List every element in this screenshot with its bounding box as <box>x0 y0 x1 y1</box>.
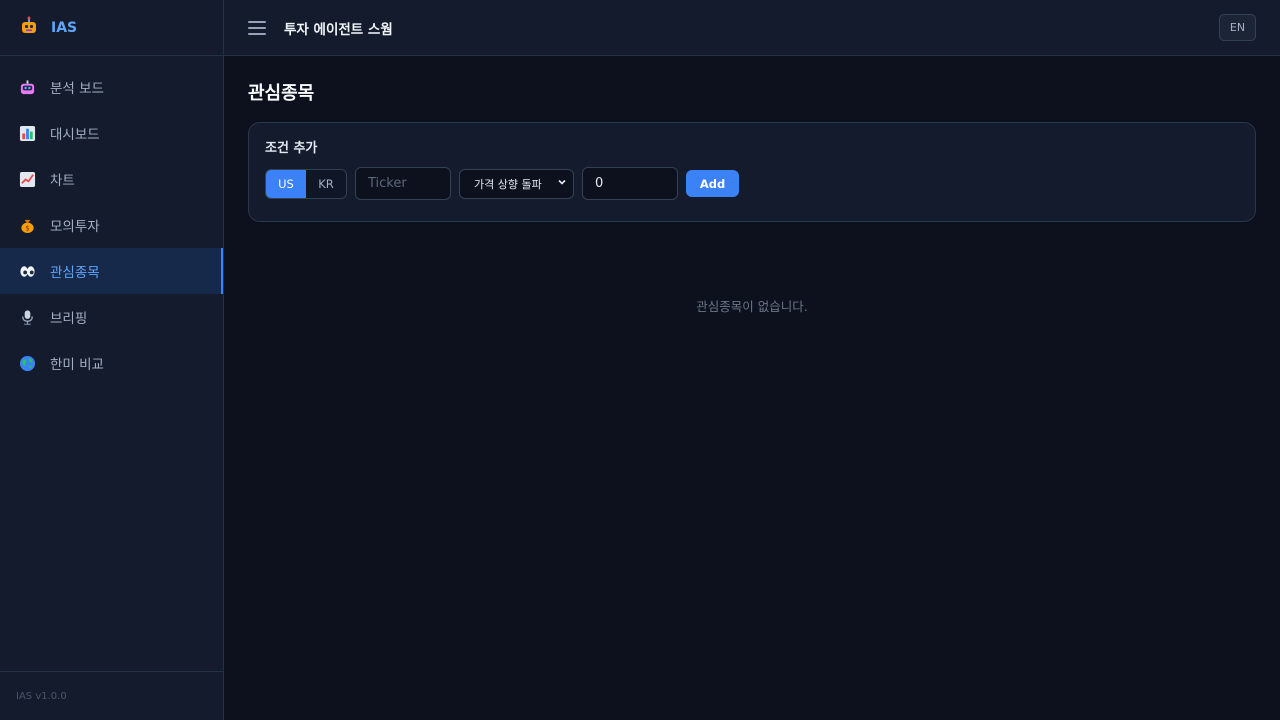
brand[interactable]: IAS <box>0 0 223 56</box>
eyes-icon <box>18 262 36 280</box>
money-bag-icon: $ <box>18 216 36 234</box>
sidebar-nav: 분석 보드 대시보드 차트 $ 모의투자 관심종목 브리핑 한미 비교 <box>0 56 223 671</box>
chevron-down-icon <box>557 177 567 190</box>
empty-state-message: 관심종목이 없습니다. <box>696 299 808 314</box>
app-root: IAS 분석 보드 대시보드 차트 $ 모의투자 관심종목 브리핑 한미 비교 … <box>0 0 1280 720</box>
sidebar-item-chart[interactable]: 차트 <box>0 156 223 202</box>
market-us-button[interactable]: US <box>266 169 306 198</box>
bar-chart-icon <box>18 124 36 142</box>
card-title: 조건 추가 <box>265 141 318 156</box>
header-title: 투자 에이전트 스웜 <box>284 21 393 38</box>
robot-icon <box>18 78 36 96</box>
sidebar: IAS 분석 보드 대시보드 차트 $ 모의투자 관심종목 브리핑 한미 비교 … <box>0 0 224 720</box>
sidebar-item-label: 한미 비교 <box>50 357 104 373</box>
sidebar-item-label: 분석 보드 <box>50 81 104 97</box>
sidebar-item-label: 차트 <box>50 173 75 189</box>
sidebar-item-label: 모의투자 <box>50 219 100 235</box>
topbar: 투자 에이전트 스웜 EN <box>224 0 1280 56</box>
sidebar-item-watchlist[interactable]: 관심종목 <box>0 248 223 294</box>
version-label: IAS v1.0.0 <box>16 690 67 702</box>
sidebar-item-label: 관심종목 <box>50 265 100 281</box>
line-chart-icon <box>18 170 36 188</box>
content: 관심종목 조건 추가 US KR 가격 상향 돌파 <box>224 56 1280 315</box>
globe-icon <box>18 354 36 372</box>
sidebar-item-kr-us-compare[interactable]: 한미 비교 <box>0 340 223 386</box>
ticker-input[interactable] <box>355 167 451 200</box>
sidebar-item-dashboard[interactable]: 대시보드 <box>0 110 223 156</box>
svg-text:$: $ <box>25 224 29 232</box>
condition-select-value: 가격 상향 돌파 <box>474 177 542 191</box>
add-condition-card: 조건 추가 US KR 가격 상향 돌파 <box>248 122 1256 222</box>
robot-logo-icon <box>19 16 39 40</box>
condition-select[interactable]: 가격 상향 돌파 <box>459 168 574 199</box>
sidebar-item-label: 브리핑 <box>50 311 88 327</box>
condition-form: US KR 가격 상향 돌파 Add <box>265 167 1239 200</box>
hamburger-menu-icon[interactable] <box>248 20 266 35</box>
threshold-input[interactable] <box>582 167 678 200</box>
sidebar-item-analysis-board[interactable]: 분석 보드 <box>0 64 223 110</box>
sidebar-footer: IAS v1.0.0 <box>0 671 223 720</box>
sidebar-item-briefing[interactable]: 브리핑 <box>0 294 223 340</box>
microphone-icon <box>18 308 36 326</box>
sidebar-item-label: 대시보드 <box>50 127 100 143</box>
brand-name: IAS <box>51 19 78 36</box>
main-area: 투자 에이전트 스웜 EN 관심종목 조건 추가 US KR 가격 상향 돌파 <box>224 0 1280 720</box>
sidebar-item-paper-trading[interactable]: $ 모의투자 <box>0 202 223 248</box>
market-toggle: US KR <box>265 168 347 199</box>
market-kr-button[interactable]: KR <box>306 169 346 198</box>
language-toggle-button[interactable]: EN <box>1219 14 1256 41</box>
page-title: 관심종목 <box>248 83 315 104</box>
add-button[interactable]: Add <box>686 170 739 197</box>
